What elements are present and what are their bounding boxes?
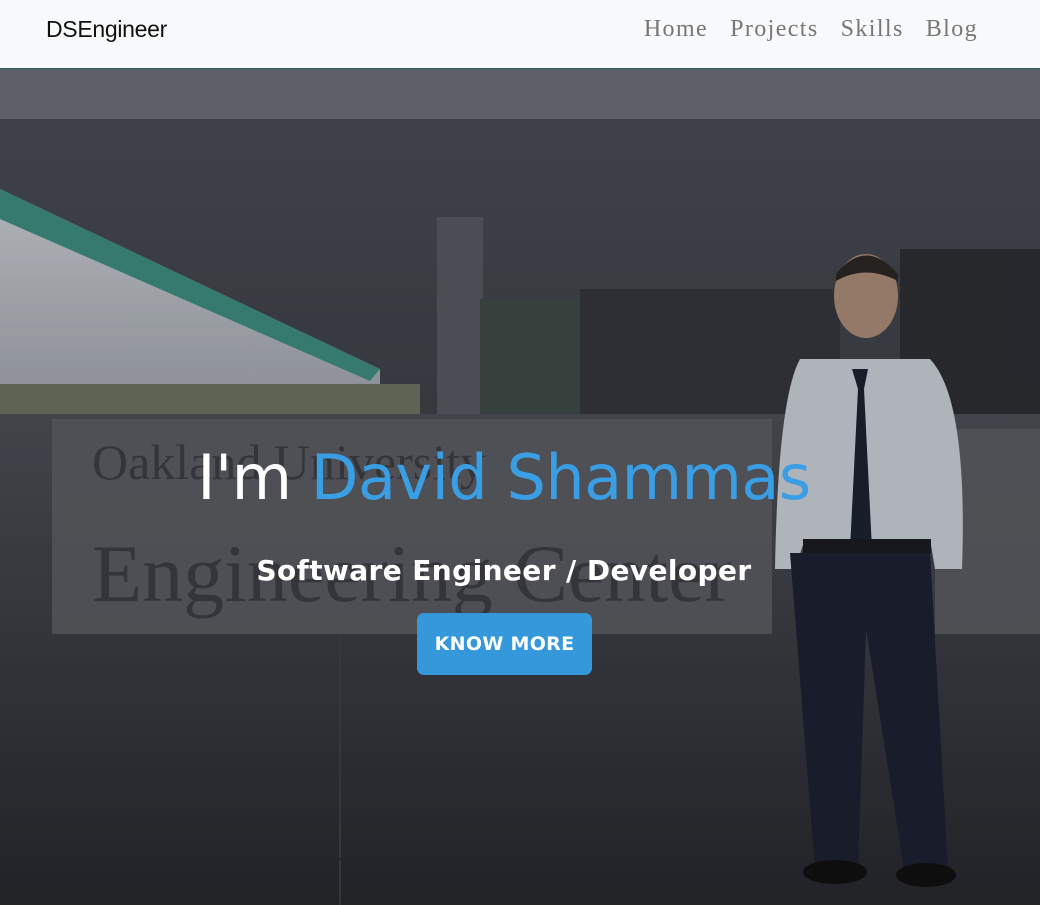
nav-link-projects[interactable]: Projects (730, 16, 819, 43)
hero-subtitle: Software Engineer / Developer (256, 554, 752, 587)
top-navbar: DSEngineer Home Projects Skills Blog (0, 0, 1040, 69)
brand-logo[interactable]: DSEngineer (46, 16, 167, 43)
headline-name: David Shammas (310, 441, 811, 514)
nav-link-blog[interactable]: Blog (926, 16, 978, 43)
hero-section: Oakland University Engineering Center I'… (0, 69, 1040, 905)
headline-greeting: I'm (197, 441, 292, 514)
hero-headline: I'm David Shammas (0, 441, 1008, 514)
know-more-button[interactable]: KNOW MORE (417, 613, 592, 675)
nav-links: Home Projects Skills Blog (644, 16, 978, 43)
nav-link-home[interactable]: Home (644, 16, 708, 43)
nav-link-skills[interactable]: Skills (841, 16, 904, 43)
